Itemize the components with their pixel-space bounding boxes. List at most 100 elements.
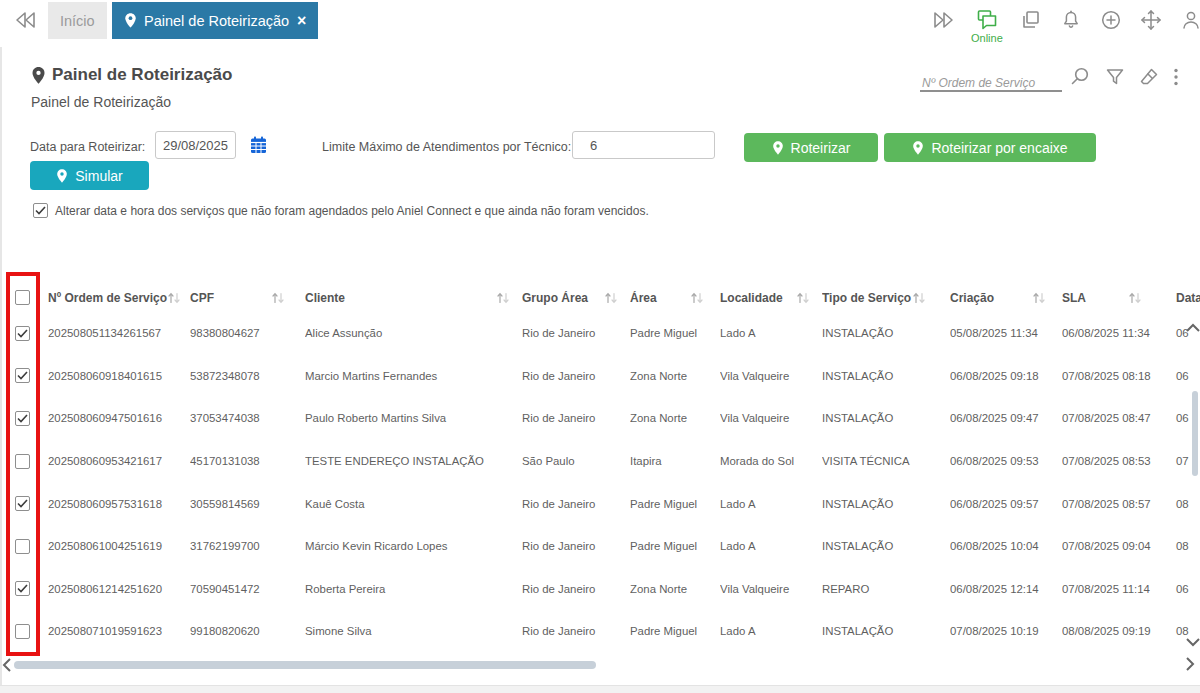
vertical-scrollbar[interactable]	[1192, 391, 1198, 476]
scroll-left-icon[interactable]	[2, 658, 12, 672]
simular-button[interactable]: Simular	[30, 161, 149, 190]
cell-area: Padre Miguel	[630, 625, 720, 637]
column-header[interactable]: Área	[630, 291, 720, 305]
table-row: 20250806091840161553872348078Marcio Mart…	[10, 355, 1200, 398]
cell-sla: 07/08/2025 08:47	[1062, 412, 1170, 424]
sort-icon[interactable]	[496, 292, 510, 304]
cell-cliente: TESTE ENDEREÇO INSTALAÇÃO	[305, 455, 522, 467]
scroll-down-icon[interactable]	[1186, 637, 1200, 647]
cell-criacao: 06/08/2025 09:57	[950, 498, 1062, 510]
cell-localidade: Vila Valqueire	[720, 370, 822, 382]
chat-icon	[975, 8, 999, 32]
eraser-icon[interactable]	[1139, 67, 1159, 87]
cell-tipo: VISITA TÉCNICA	[822, 455, 950, 467]
cell-cpf: 37053474038	[190, 412, 305, 424]
sort-icon[interactable]	[690, 292, 704, 304]
table-row: 20250806094750161637053474038Paulo Rober…	[10, 397, 1200, 440]
column-header[interactable]: Cliente	[305, 291, 522, 305]
cell-order: 202508051134261567	[48, 327, 190, 339]
tab-close-icon[interactable]: ×	[297, 12, 306, 30]
add-circle-icon[interactable]	[1099, 8, 1123, 32]
sort-icon[interactable]	[912, 292, 926, 304]
column-header-label: Localidade	[720, 291, 783, 305]
column-header[interactable]: Nº Ordem de Serviço	[48, 291, 190, 305]
alterar-data-checkbox[interactable]	[33, 203, 48, 218]
copy-windows-icon[interactable]	[1019, 8, 1043, 32]
user-profile-icon[interactable]	[1179, 8, 1200, 32]
filter-icon[interactable]	[1105, 67, 1125, 87]
cell-cliente: Paulo Roberto Martins Silva	[305, 412, 522, 424]
date-input[interactable]: 29/08/2025	[155, 131, 236, 159]
table-row: 20250807101959162399180820620Simone Silv…	[10, 610, 1200, 653]
cell-tipo: INSTALAÇÃO	[822, 625, 950, 637]
search-icon[interactable]	[1069, 66, 1091, 88]
sort-icon[interactable]	[1128, 292, 1142, 304]
cell-sla: 07/08/2025 08:57	[1062, 498, 1170, 510]
roteirizar-encaixe-button[interactable]: Roteirizar por encaixe	[884, 133, 1096, 162]
cell-cliente: Márcio Kevin Ricardo Lopes	[305, 540, 522, 552]
simular-label: Simular	[75, 168, 122, 184]
more-options-icon[interactable]	[1173, 67, 1179, 87]
rewind-tabs-icon[interactable]	[14, 8, 38, 32]
notifications-bell-icon[interactable]	[1059, 8, 1083, 32]
scroll-right-icon[interactable]	[1185, 657, 1195, 671]
sort-icon[interactable]	[1032, 292, 1046, 304]
cell-grupo: Rio de Janeiro	[522, 540, 630, 552]
cell-area: Padre Miguel	[630, 498, 720, 510]
column-header[interactable]: Grupo Área	[522, 291, 630, 305]
column-header-label: Data	[1176, 291, 1200, 305]
page-title-pin-icon	[31, 66, 46, 85]
column-header[interactable]: CPF	[190, 291, 305, 305]
move-icon[interactable]	[1139, 8, 1163, 32]
cell-localidade: Morada do Sol	[720, 455, 822, 467]
cell-cliente: Marcio Martins Fernandes	[305, 370, 522, 382]
column-header[interactable]: Tipo de Serviço	[822, 291, 950, 305]
limit-input[interactable]: 6	[572, 131, 715, 159]
cell-cpf: 31762199700	[190, 540, 305, 552]
cell-grupo: Rio de Janeiro	[522, 583, 630, 595]
cell-order: 202508061214251620	[48, 583, 190, 595]
column-header[interactable]: Localidade	[720, 291, 822, 305]
tab-bar: Início Painel de Roteirização × Online	[0, 0, 1200, 41]
tab-inicio[interactable]: Início	[48, 2, 107, 39]
table-row: 20250806095342161745170131038TESTE ENDER…	[10, 440, 1200, 483]
cell-sla: 07/08/2025 11:14	[1062, 583, 1170, 595]
scroll-up-icon[interactable]	[1186, 323, 1200, 333]
cell-localidade: Lado A	[720, 327, 822, 339]
sort-icon[interactable]	[167, 292, 181, 304]
column-header-label: Nº Ordem de Serviço	[48, 291, 167, 305]
table-row: 20250806095753161830559814569Kauê CostaR…	[10, 482, 1200, 525]
chat-online-indicator[interactable]: Online	[971, 8, 1003, 44]
cell-sla: 07/08/2025 08:18	[1062, 370, 1170, 382]
fast-forward-tabs-icon[interactable]	[931, 8, 955, 32]
cell-order: 202508061004251619	[48, 540, 190, 552]
cell-order: 202508060957531618	[48, 498, 190, 510]
column-header[interactable]: Criação	[950, 291, 1062, 305]
sort-icon[interactable]	[796, 292, 810, 304]
table-row: 20250805113426156798380804627Alice Assun…	[10, 312, 1200, 355]
alterar-data-label: Alterar data e hora dos serviços que não…	[55, 204, 649, 218]
cell-tipo: INSTALAÇÃO	[822, 327, 950, 339]
calendar-icon[interactable]	[250, 136, 267, 154]
cell-area: Padre Miguel	[630, 327, 720, 339]
page-subtitle: Painel de Roteirização	[31, 94, 171, 110]
roteirizar-label: Roteirizar	[791, 140, 851, 156]
cell-localidade: Lado A	[720, 540, 822, 552]
column-header[interactable]: Data	[1170, 291, 1200, 305]
annotation-rectangle	[6, 272, 40, 656]
order-search-input[interactable]: Nº Ordem de Serviço	[922, 76, 1035, 90]
cell-localidade: Vila Valqueire	[720, 583, 822, 595]
roteirizar-encaixe-label: Roteirizar por encaixe	[931, 140, 1067, 156]
search-underline	[920, 90, 1062, 92]
cell-cliente: Kauê Costa	[305, 498, 522, 510]
column-header[interactable]: SLA	[1062, 291, 1170, 305]
cell-grupo: Rio de Janeiro	[522, 412, 630, 424]
sort-icon[interactable]	[271, 292, 285, 304]
tab-painel-roteirizacao[interactable]: Painel de Roteirização ×	[112, 2, 318, 39]
horizontal-scrollbar[interactable]	[14, 661, 596, 669]
cell-area: Zona Norte	[630, 583, 720, 595]
roteirizar-button[interactable]: Roteirizar	[744, 133, 878, 162]
sort-icon[interactable]	[604, 292, 618, 304]
table-body: 20250805113426156798380804627Alice Assun…	[10, 312, 1200, 653]
cell-cpf: 30559814569	[190, 498, 305, 510]
